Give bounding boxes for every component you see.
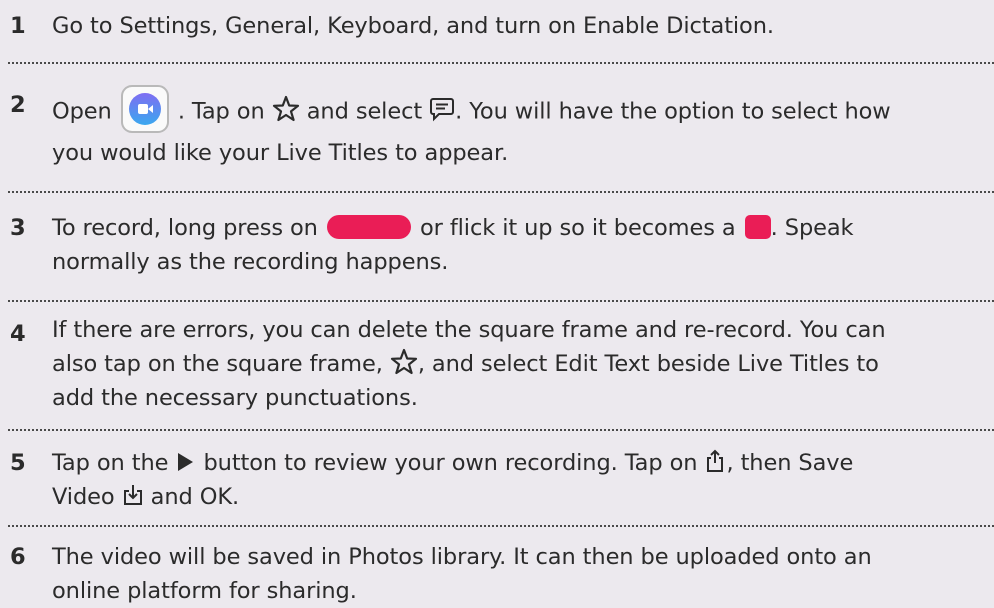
- step-text: If there are errors, you can delete the …: [52, 313, 990, 415]
- star-icon: [390, 348, 417, 374]
- step-text: The video will be saved in Photos librar…: [52, 540, 990, 608]
- step-text-part: To record, long press on: [52, 215, 318, 241]
- play-icon: [178, 452, 194, 471]
- step-text: To record, long press on or flick it up …: [52, 211, 990, 279]
- step-text-part: If there are errors, you can delete the …: [52, 317, 886, 343]
- share-icon: [707, 449, 724, 472]
- dotted-divider: [8, 62, 994, 64]
- speech-bubble-icon: [430, 98, 455, 122]
- dotted-divider: [8, 525, 994, 527]
- step-text-part: add the necessary punctuations.: [52, 385, 418, 411]
- record-pill-icon: [326, 214, 411, 239]
- step-number: 3: [10, 215, 26, 241]
- step-text-part: Video: [52, 484, 115, 510]
- step-text-part: and select: [306, 98, 423, 125]
- dotted-divider: [8, 429, 994, 431]
- step-text-part: also tap on the square frame,: [52, 351, 383, 377]
- step-text-part: . You will have the option to select how: [455, 98, 891, 125]
- clips-app-icon: [120, 85, 169, 133]
- step-text-part: or flick it up so it becomes a: [419, 215, 736, 241]
- step-1-text: Go to Settings, General, Keyboard, and t…: [52, 13, 774, 39]
- step-text-part: normally as the recording happens.: [52, 249, 449, 275]
- step-text-part: online platform for sharing.: [52, 578, 357, 604]
- step-number: 1: [10, 13, 26, 39]
- step-text-part: and OK.: [150, 484, 240, 510]
- step-text-part: Tap on the: [52, 450, 169, 476]
- step-number: 4: [10, 321, 26, 347]
- step-text-part: . Speak: [770, 215, 854, 241]
- save-download-icon: [123, 484, 142, 505]
- step-text-part: . Tap on: [177, 98, 265, 125]
- step-text-part: button to review your own recording. Tap…: [203, 450, 698, 476]
- step-number: 6: [10, 544, 26, 570]
- step-text: Tap on the button to review your own rec…: [52, 446, 990, 514]
- star-icon: [272, 95, 299, 122]
- step-number: 5: [10, 450, 26, 476]
- instruction-steps: 1 Go to Settings, General, Keyboard, and…: [0, 0, 994, 606]
- step-number: 2: [10, 92, 26, 118]
- step-text-part: you would like your Live Titles to appea…: [52, 140, 509, 166]
- step-text: Go to Settings, General, Keyboard, and t…: [52, 9, 990, 43]
- dotted-divider: [8, 300, 994, 302]
- step-text-part: , then Save: [726, 450, 854, 476]
- step-text-part: Open: [52, 98, 112, 125]
- record-square-icon: [744, 214, 771, 239]
- step-text-part: , and select Edit Text beside Live Title…: [417, 351, 879, 377]
- step-text-part: The video will be saved in Photos librar…: [52, 544, 872, 570]
- step-text: Open . Tap on and select . You will have…: [52, 85, 990, 170]
- dotted-divider: [8, 191, 994, 193]
